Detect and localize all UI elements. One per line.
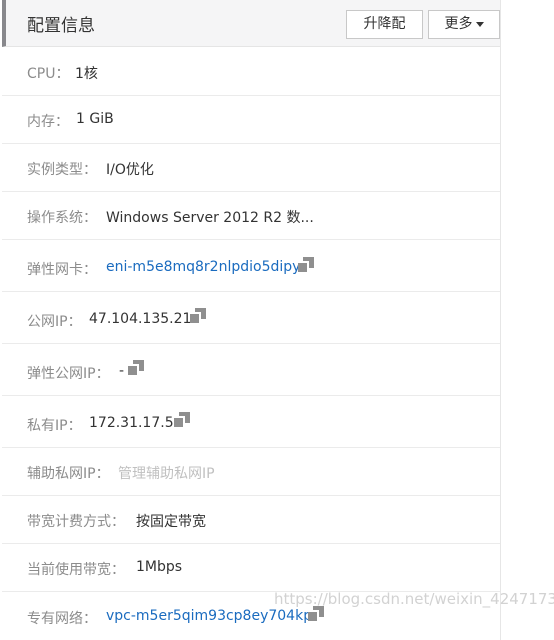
private-ip-label: 私有IP： xyxy=(27,418,82,434)
eni-label: 弹性网卡： xyxy=(27,262,97,278)
bandwidth-value: 1Mbps xyxy=(136,559,183,575)
panel-title: 配置信息 xyxy=(27,16,95,36)
memory-value: 1 GiB xyxy=(76,111,114,127)
vpc-label: 专有网络： xyxy=(27,611,97,627)
copy-icon[interactable] xyxy=(190,308,207,324)
row-eni: 弹性网卡： eni-m5e8mq8r2nlpdio5dipy xyxy=(2,240,500,292)
private-ip-value: 172.31.17.52 xyxy=(89,415,183,431)
manage-secondary-ip-link[interactable]: 管理辅助私网IP xyxy=(118,463,215,483)
row-os: 操作系统： Windows Server 2012 R2 数... xyxy=(2,192,500,240)
secondary-ip-label: 辅助私网IP： xyxy=(27,466,110,482)
public-ip-value: 47.104.135.212 xyxy=(89,311,201,327)
row-public-ip: 公网IP： 47.104.135.212 xyxy=(2,292,500,344)
os-label: 操作系统： xyxy=(27,210,97,226)
eni-link[interactable]: eni-m5e8mq8r2nlpdio5dipy xyxy=(106,259,300,275)
more-button-label: 更多 xyxy=(444,16,473,32)
copy-icon[interactable] xyxy=(128,360,145,376)
row-cpu: CPU： 1核 xyxy=(2,48,500,96)
billing-value: 按固定带宽 xyxy=(136,514,206,530)
copy-icon[interactable] xyxy=(174,412,191,428)
row-instance-type: 实例类型： I/O优化 xyxy=(2,144,500,192)
watermark: https://blog.csdn.net/weixin_42471738 xyxy=(274,590,554,608)
row-secondary-ip: 辅助私网IP： 管理辅助私网IP xyxy=(2,448,500,496)
panel-header: 配置信息 升降配 更多 xyxy=(2,0,500,47)
more-button[interactable]: 更多 xyxy=(428,10,500,39)
bandwidth-label: 当前使用带宽： xyxy=(27,562,125,578)
row-memory: 内存： 1 GiB xyxy=(2,96,500,144)
eip-label: 弹性公网IP： xyxy=(27,366,110,382)
caret-down-icon xyxy=(475,21,484,27)
cpu-label: CPU： xyxy=(27,66,70,82)
vpc-link[interactable]: vpc-m5er5qim93cp8ey704kpf xyxy=(106,608,317,624)
instance-type-label: 实例类型： xyxy=(27,162,97,178)
row-eip: 弹性公网IP： - xyxy=(2,344,500,396)
copy-icon[interactable] xyxy=(298,257,315,273)
upgrade-button[interactable]: 升降配 xyxy=(346,10,423,39)
row-billing: 带宽计费方式： 按固定带宽 xyxy=(2,496,500,544)
row-bandwidth: 当前使用带宽： 1Mbps xyxy=(2,544,500,592)
instance-type-value: I/O优化 xyxy=(106,162,154,178)
eip-value: - xyxy=(119,363,125,379)
os-value: Windows Server 2012 R2 数... xyxy=(106,210,314,226)
copy-icon[interactable] xyxy=(308,606,325,622)
cpu-value: 1核 xyxy=(75,66,98,82)
public-ip-label: 公网IP： xyxy=(27,314,82,330)
config-panel: 配置信息 升降配 更多 CPU： 1核 内存： 1 GiB 实例类型： I/O优… xyxy=(2,0,501,640)
memory-label: 内存： xyxy=(27,114,69,130)
row-private-ip: 私有IP： 172.31.17.52 xyxy=(2,396,500,448)
billing-label: 带宽计费方式： xyxy=(27,514,125,530)
